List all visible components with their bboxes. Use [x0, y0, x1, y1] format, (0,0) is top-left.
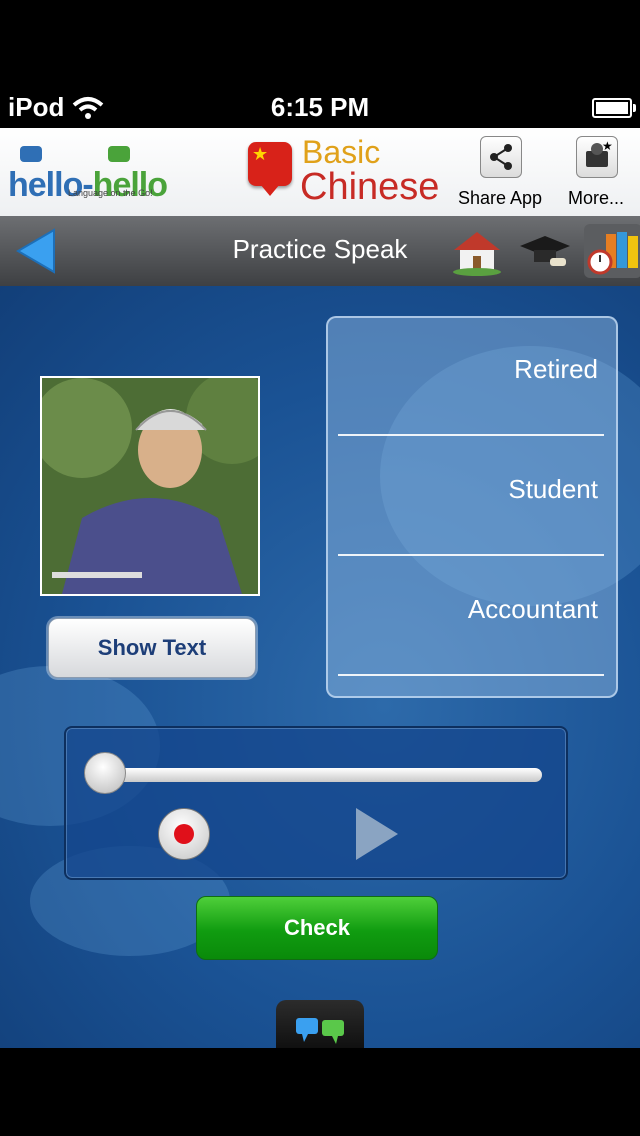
svg-text:★: ★: [602, 139, 613, 153]
play-icon[interactable]: [356, 808, 398, 860]
more-apps-label: More...: [567, 188, 624, 208]
graduation-cap-icon[interactable]: [516, 224, 574, 278]
brand-left: hello-: [8, 166, 94, 204]
more-apps-icon: ★: [576, 136, 618, 178]
hello-hello-logo[interactable]: hello-hello: [8, 166, 168, 205]
answer-option[interactable]: Retired: [338, 318, 604, 436]
china-flag-icon: ★: [248, 142, 292, 196]
home-icon[interactable]: [448, 224, 506, 278]
prompt-photo: [40, 376, 260, 596]
speech-bubbles-icon: [296, 1018, 344, 1044]
playback-slider-thumb[interactable]: [84, 752, 126, 794]
share-app-button[interactable]: Share App: [450, 134, 550, 212]
tagline: Language on the Go!: [68, 188, 153, 198]
answer-option[interactable]: Student: [338, 438, 604, 556]
answer-option[interactable]: Accountant: [338, 558, 604, 676]
record-icon: [174, 824, 194, 844]
practice-content: Show Text Retired Student Accountant Che…: [0, 286, 640, 1048]
share-icon: [480, 136, 522, 178]
logo-bubble-blue-icon: [20, 146, 42, 162]
show-text-button[interactable]: Show Text: [48, 618, 256, 678]
app-title-chinese: Chinese: [300, 166, 440, 208]
study-books-icon[interactable]: [584, 224, 640, 278]
recorder-panel: [64, 726, 568, 880]
navigation-bar: Practice Speak: [0, 216, 640, 286]
status-bar: iPod 6:15 PM: [0, 88, 640, 128]
playback-slider-track[interactable]: [90, 768, 542, 782]
clock: 6:15 PM: [270, 92, 370, 122]
app-header: hello-hello Language on the Go! ★ Basic …: [0, 128, 640, 217]
answer-options-panel: Retired Student Accountant: [326, 316, 618, 698]
hello-hello-tab[interactable]: [276, 1000, 364, 1048]
more-apps-button[interactable]: ★ More...: [546, 134, 640, 212]
battery-icon: [592, 98, 636, 118]
logo-bubble-green-icon: [108, 146, 130, 162]
share-app-label: Share App: [457, 188, 543, 208]
check-button[interactable]: Check: [196, 896, 438, 960]
brand-right: hello: [92, 166, 168, 204]
record-button[interactable]: [158, 808, 210, 860]
